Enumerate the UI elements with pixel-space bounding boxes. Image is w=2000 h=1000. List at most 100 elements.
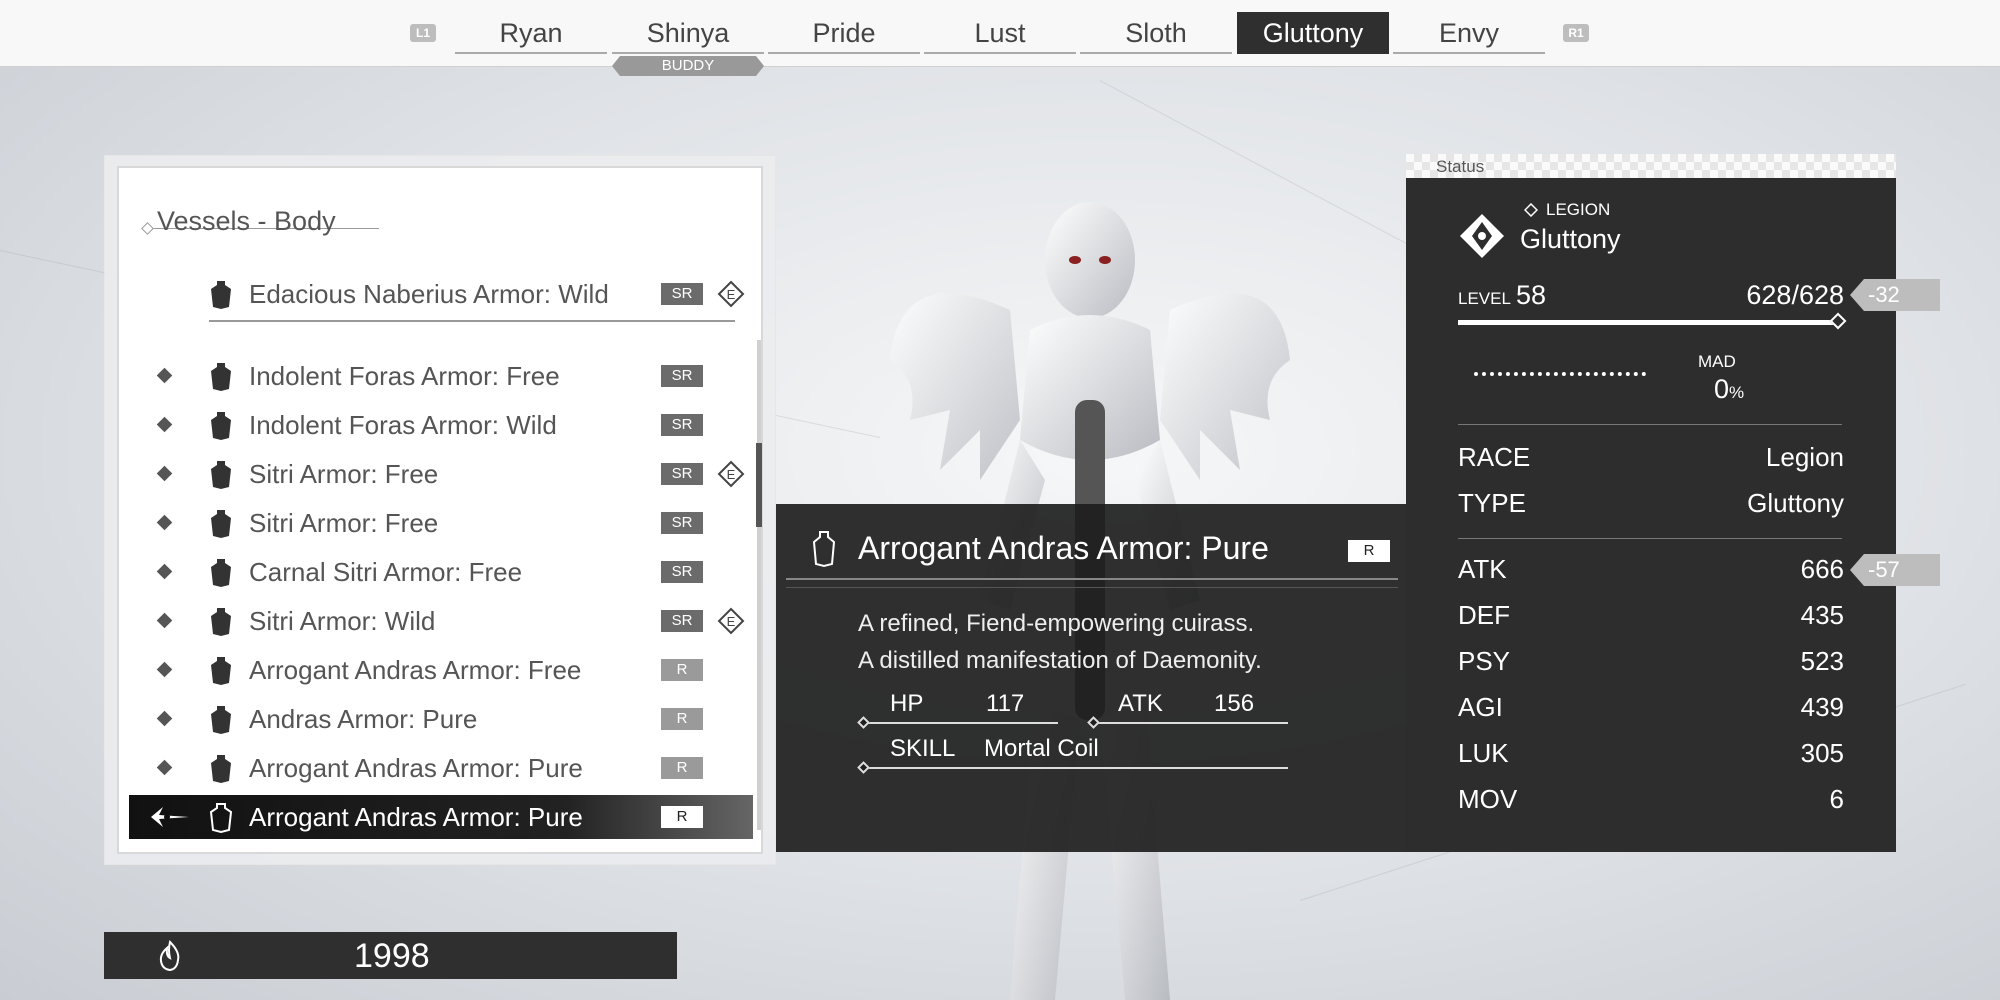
rank-badge: R	[661, 806, 703, 828]
status-header: Status	[1406, 154, 1896, 178]
atk-value: 156	[1214, 690, 1255, 717]
status-title: Status	[1436, 157, 1485, 176]
stat-value-luk: 305	[1800, 738, 1844, 768]
tab-envy[interactable]: Envy	[1393, 12, 1545, 54]
body-armor-icon	[211, 657, 231, 685]
skill-value: Mortal Coil	[984, 735, 1099, 762]
tab-gluttony[interactable]: Gluttony	[1237, 12, 1389, 54]
rank-badge: SR	[661, 610, 703, 632]
stat-label-def: DEF	[1458, 600, 1510, 630]
vessel-name: Indolent Foras Armor: Free	[249, 361, 560, 391]
list-item[interactable]: Arrogant Andras Armor: Pure R	[129, 746, 753, 790]
tab-ryan[interactable]: Ryan	[455, 12, 607, 54]
stat-value-agi: 439	[1800, 692, 1844, 722]
list-item[interactable]: Sitri Armor: Wild SR E	[129, 599, 753, 643]
body-armor-icon	[211, 510, 231, 538]
vessel-name: Sitri Armor: Free	[249, 459, 439, 489]
body-armor-icon	[211, 706, 231, 734]
legion-emblem-icon	[1460, 214, 1504, 258]
list-item[interactable]: Carnal Sitri Armor: Free SR	[129, 550, 753, 594]
body-armor-icon	[211, 412, 231, 440]
vessel-name: Edacious Naberius Armor: Wild	[249, 279, 609, 309]
vessel-list: Vessels - Body Edacious Naberius Armor: …	[117, 166, 763, 854]
atk-delta-tag: -57	[1850, 554, 1940, 586]
r1-button-hint[interactable]: R1	[1563, 24, 1589, 42]
list-item[interactable]: Sitri Armor: Free SR	[129, 501, 753, 545]
l1-button-hint[interactable]: L1	[410, 24, 436, 42]
bullet-diamond-icon	[156, 416, 173, 433]
stat-diamond	[857, 761, 870, 774]
body-armor-icon	[209, 803, 233, 833]
flame-icon	[159, 940, 180, 972]
list-separator	[209, 320, 735, 322]
list-item[interactable]: Arrogant Andras Armor: Free R	[129, 648, 753, 692]
type-value: Gluttony	[1747, 488, 1844, 518]
mad-gauge	[1474, 372, 1646, 376]
selected-list-item[interactable]: Arrogant Andras Armor: Pure R	[129, 795, 753, 839]
rank-badge: SR	[661, 414, 703, 436]
bullet-diamond-icon	[156, 612, 173, 629]
item-description-line1: A refined, Fiend-empowering cuirass.	[858, 610, 1255, 637]
buddy-badge: BUDDY	[612, 56, 764, 76]
status-divider	[1458, 538, 1842, 539]
status-divider	[1458, 424, 1842, 425]
vessel-name: Arrogant Andras Armor: Free	[249, 655, 582, 685]
mad-unit: %	[1729, 383, 1745, 402]
vessel-name: Andras Armor: Pure	[249, 704, 478, 734]
stat-label-mov: MOV	[1458, 784, 1518, 814]
body-armor-icon	[211, 363, 231, 391]
tab-sloth[interactable]: Sloth	[1080, 12, 1232, 54]
tab-lust[interactable]: Lust	[924, 12, 1076, 54]
selection-cursor-icon	[151, 807, 189, 827]
list-item[interactable]: Indolent Foras Armor: Wild SR	[129, 403, 753, 447]
hp-value: 117	[986, 690, 1025, 717]
race-diamond-icon	[1524, 203, 1538, 217]
stat-value-def: 435	[1800, 600, 1844, 630]
item-detail-panel: Arrogant Andras Armor: Pure R A refined,…	[776, 504, 1408, 852]
hp-label: HP	[890, 690, 924, 717]
stat-label-atk: ATK	[1458, 554, 1507, 584]
list-item[interactable]: Andras Armor: Pure R	[129, 697, 753, 741]
stat-underline	[1092, 722, 1288, 724]
hp-bar-end-diamond	[1829, 312, 1847, 330]
hp-value: 628/628	[1746, 280, 1844, 310]
list-scrollbar-thumb[interactable]	[756, 443, 762, 527]
stat-value-psy: 523	[1800, 646, 1844, 676]
body-armor-icon	[211, 559, 231, 587]
hp-bar	[1458, 320, 1838, 325]
list-item[interactable]: Sitri Armor: Free SR E	[129, 452, 753, 496]
bullet-diamond-icon	[156, 367, 173, 384]
detail-divider	[786, 587, 1398, 588]
equipped-vessel-row[interactable]: Edacious Naberius Armor: Wild SR E	[129, 272, 753, 316]
race-label: RACE	[1458, 442, 1531, 472]
item-description-line2: A distilled manifestation of Daemonity.	[858, 647, 1262, 674]
hp-delta-tag: -32	[1850, 279, 1940, 311]
mad-number: 0	[1714, 374, 1730, 404]
list-item[interactable]: Indolent Foras Armor: Free SR	[129, 354, 753, 398]
stat-underline	[862, 722, 1058, 724]
body-armor-icon	[211, 755, 231, 783]
status-panel: Status LEGION Gluttony LEVEL 58 628/628 …	[1406, 154, 1896, 852]
body-armor-icon	[211, 608, 231, 636]
equipped-badge-letter: E	[727, 287, 736, 302]
character-name: Gluttony	[1520, 224, 1621, 254]
equipped-badge-icon: E	[717, 280, 745, 308]
vessel-name: Indolent Foras Armor: Wild	[249, 410, 557, 440]
tab-pride[interactable]: Pride	[768, 12, 920, 54]
rank-badge: SR	[661, 463, 703, 485]
list-scrollbar[interactable]	[757, 340, 761, 830]
equipped-badge-icon: E	[717, 460, 745, 488]
rank-badge: R	[661, 708, 703, 730]
stat-value-atk: 666	[1800, 554, 1844, 584]
equipped-badge-letter: E	[727, 467, 736, 482]
tab-shinya[interactable]: Shinya	[612, 12, 764, 54]
stat-diamond	[1087, 716, 1100, 729]
rank-badge: R	[661, 757, 703, 779]
rank-badge: R	[661, 659, 703, 681]
rank-badge: SR	[661, 512, 703, 534]
hp-delta-value: -32	[1868, 282, 1900, 307]
bullet-diamond-icon	[156, 563, 173, 580]
race-value: Legion	[1765, 442, 1844, 472]
body-armor-icon	[211, 281, 231, 309]
vessel-name: Arrogant Andras Armor: Pure	[249, 753, 583, 783]
